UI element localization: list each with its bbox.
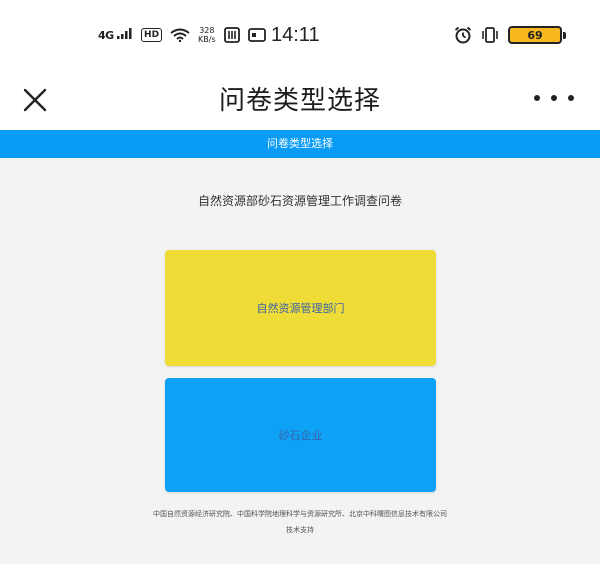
status-right: 69 [454,26,566,44]
option-label: 砂石企业 [278,429,323,442]
status-bar: 4G HD 328 KB/s 14:11 69 [0,0,600,74]
wifi-icon [170,28,190,42]
app-screen: 4G HD 328 KB/s 14:11 69 问卷类型选择 问卷类型选择 自然… [0,0,600,564]
more-dot-icon [568,95,574,101]
network-type: 4G [98,29,114,42]
signal-bars-icon [117,28,132,39]
battery-level: 69 [527,28,543,42]
battery-indicator: 69 [508,26,566,44]
main-content: 自然资源部砂石资源管理工作调查问卷 自然资源管理部门 砂石企业 中国自然资源经济… [0,158,600,564]
signal-icon: 4G [98,28,133,42]
page-header-banner: 问卷类型选择 [0,130,600,158]
option-sand-enterprise-button[interactable]: 砂石企业 [165,378,436,492]
speed-value: 328 [199,26,215,35]
status-left: 4G HD 328 KB/s [98,26,266,44]
page-title: 问卷类型选择 [218,86,381,116]
footer-support: 技术支持 [286,526,314,534]
option-resource-department-button[interactable]: 自然资源管理部门 [165,250,436,366]
more-dot-icon [534,95,540,101]
option-label: 自然资源管理部门 [256,302,345,315]
sim-card-icon [223,27,240,43]
footer-organizations: 中国自然资源经济研究院、中国科学院地理科学与资源研究所、北京中科曙图信息技术有限… [153,510,447,518]
alarm-icon [454,26,472,44]
speed-unit: KB/s [198,35,216,44]
network-speed: 328 KB/s [198,26,216,44]
nfc-card-icon [247,28,266,42]
clock: 14:11 [271,24,320,46]
vibrate-icon [482,27,498,43]
more-dot-icon [551,95,557,101]
title-bar: 问卷类型选择 [0,74,600,130]
more-options-button[interactable] [534,84,574,112]
hd-badge: HD [141,28,163,42]
survey-title: 自然资源部砂石资源管理工作调查问卷 [197,194,402,208]
